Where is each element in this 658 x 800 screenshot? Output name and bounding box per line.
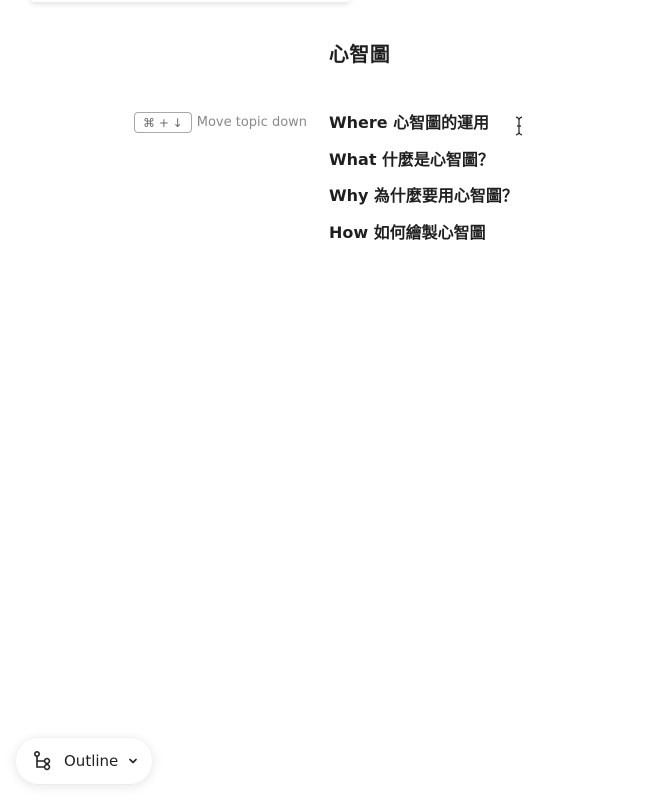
outline-page: 心智圖 ⌘ + ↓ Move topic down Where 心智圖的運用 W… [0,0,658,800]
topic-item-how[interactable]: How 如何繪製心智圖 [329,222,518,259]
view-switcher-label: Outline [64,752,119,770]
topic-list: Where 心智圖的運用 What 什麼是心智圖？ Why 為什麼要用心智圖？ … [329,112,518,259]
topic-item-why[interactable]: Why 為什麼要用心智圖？ [329,185,518,222]
shortcut-label: Move topic down [196,115,308,130]
view-switcher-button[interactable]: Outline [16,738,153,784]
chevron-down-icon [129,758,138,764]
shortcut-keys: ⌘ + ↓ [134,112,192,133]
topic-item-what[interactable]: What 什麼是心智圖？ [329,149,518,186]
shortcut-hint: ⌘ + ↓ Move topic down [134,112,307,133]
outline-tree-icon [33,750,51,771]
text-cursor-icon [515,116,523,136]
document-title[interactable]: 心智圖 [329,38,391,67]
topic-item-where[interactable]: Where 心智圖的運用 [329,112,518,149]
top-toolbar-edge [30,0,350,2]
